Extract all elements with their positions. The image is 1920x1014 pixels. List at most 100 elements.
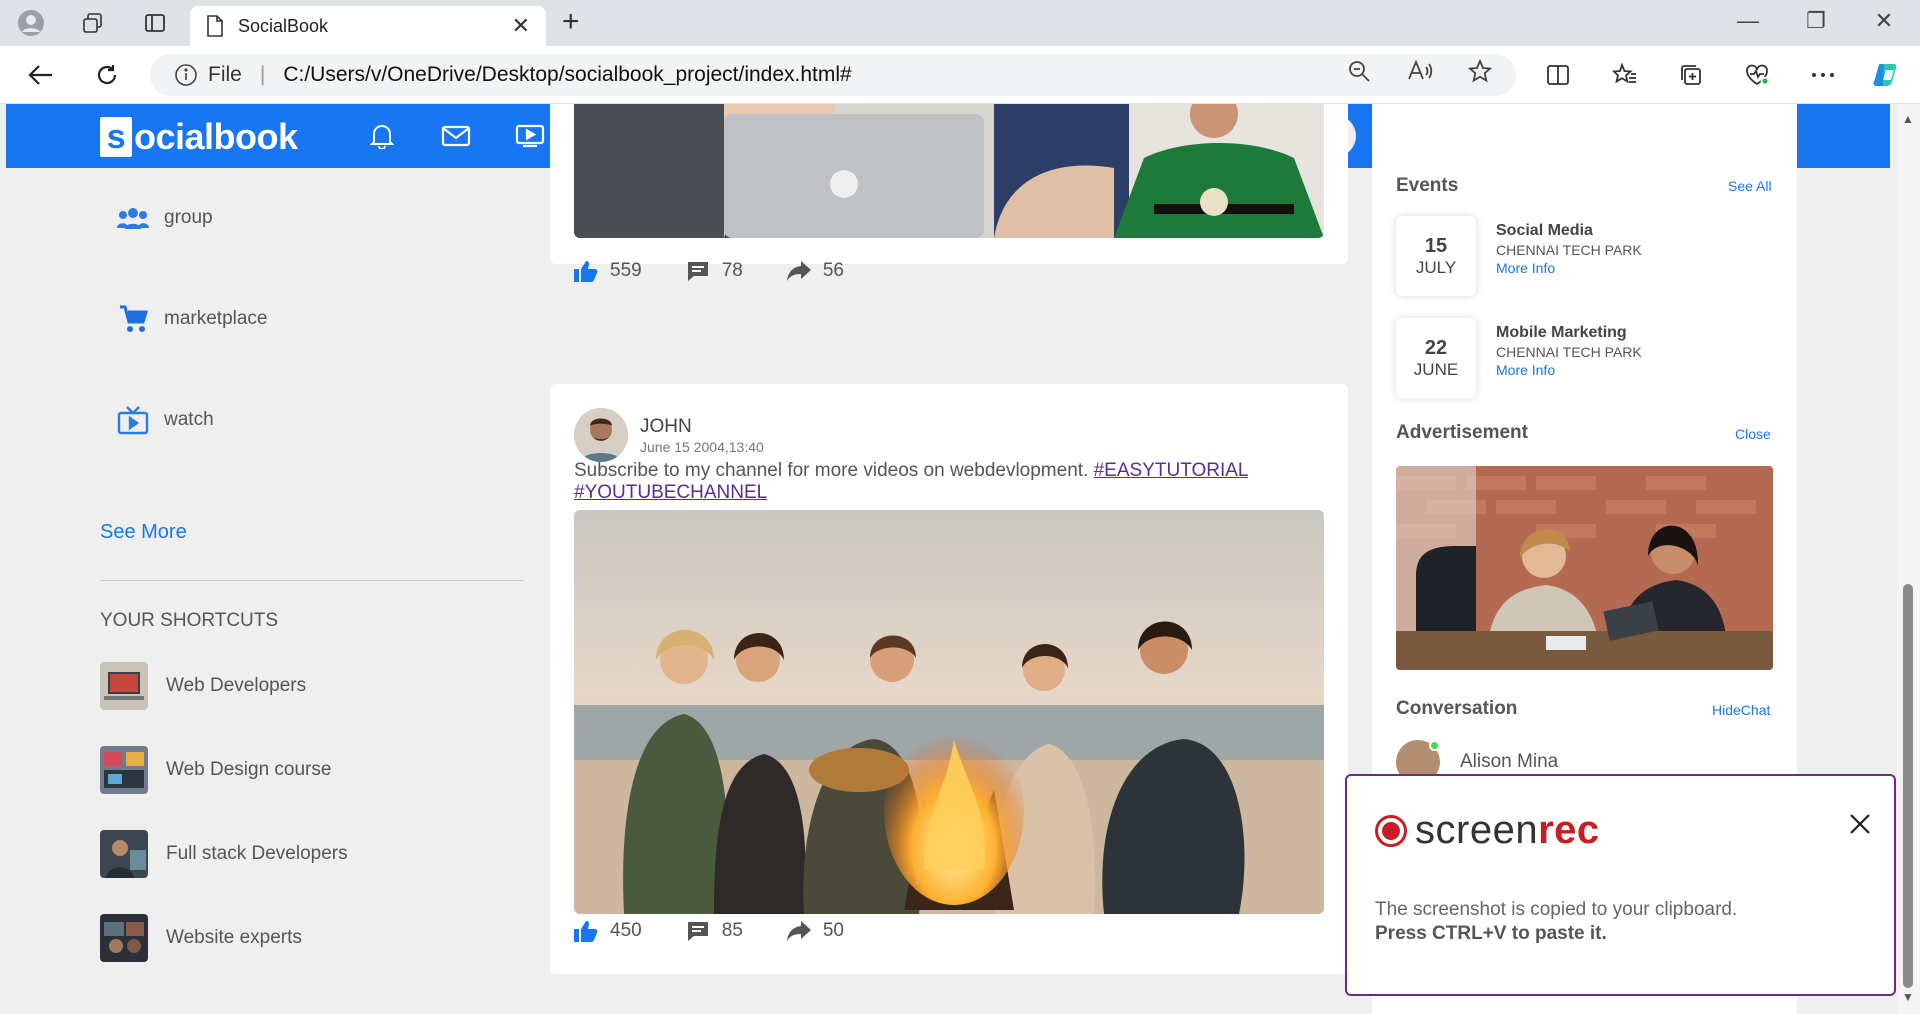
shortcut-web-design-course[interactable]: Web Design course — [100, 746, 331, 794]
scrollbar-thumb[interactable] — [1903, 584, 1913, 988]
sidebar-item-group[interactable]: group — [116, 201, 213, 235]
scroll-down-arrow[interactable]: ▼ — [1902, 990, 1914, 1004]
scroll-up-arrow[interactable]: ▲ — [1902, 112, 1914, 126]
share-button[interactable]: 56 — [786, 260, 844, 282]
shortcut-label: Full stack Developers — [166, 843, 348, 864]
browser-essentials-icon[interactable] — [1740, 58, 1774, 92]
favorites-icon[interactable] — [1608, 58, 1642, 92]
more-menu-icon[interactable] — [1806, 58, 1840, 92]
like-button[interactable]: 559 — [574, 260, 642, 282]
split-screen-icon[interactable] — [1541, 58, 1575, 92]
page-icon — [207, 15, 223, 37]
copilot-icon[interactable] — [1870, 58, 1904, 92]
sidebar-item-watch[interactable]: watch — [116, 403, 214, 437]
advertisement-image[interactable] — [1396, 466, 1773, 670]
logo-letter: s — [100, 117, 132, 157]
event-location: CHENNAI TECH PARK — [1496, 242, 1642, 258]
post-image[interactable] — [574, 104, 1324, 238]
share-button[interactable]: 50 — [786, 920, 844, 942]
page-scrollbar[interactable]: ▲ ▼ — [1897, 104, 1920, 1014]
advertisement-title: Advertisement — [1396, 422, 1528, 443]
hashtag-easytutorial[interactable]: #EASYTUTORIAL — [1094, 460, 1248, 481]
event-item[interactable]: 15 JULY Social Media CHENNAI TECH PARK M… — [1396, 216, 1642, 296]
post-author: JOHN June 15 2004,13:40 — [574, 408, 764, 462]
shortcut-web-developers[interactable]: Web Developers — [100, 662, 306, 710]
like-icon — [574, 261, 598, 282]
see-all-link[interactable]: See All — [1728, 178, 1772, 194]
back-icon[interactable] — [24, 58, 58, 92]
video-icon[interactable] — [512, 118, 548, 154]
events-title: Events — [1396, 175, 1459, 196]
info-icon[interactable] — [174, 63, 198, 87]
close-ad-link[interactable]: Close — [1735, 426, 1771, 442]
read-aloud-icon[interactable] — [1404, 55, 1436, 87]
minimize-icon[interactable]: — — [1728, 8, 1768, 34]
restore-icon[interactable]: ❐ — [1796, 8, 1836, 34]
zoom-out-icon[interactable] — [1343, 55, 1375, 87]
shortcut-full-stack-developers[interactable]: Full stack Developers — [100, 830, 348, 878]
hashtag-youtubechannel[interactable]: #YOUTUBECHANNEL — [574, 482, 767, 503]
event-date: 22 JUNE — [1396, 318, 1476, 398]
shortcut-label: Web Developers — [166, 675, 307, 696]
address-separator: | — [259, 63, 266, 86]
profile-icon[interactable] — [16, 8, 46, 38]
shortcut-thumbnail — [100, 662, 148, 710]
record-icon — [1375, 814, 1407, 847]
comment-count: 85 — [721, 920, 743, 941]
comment-icon — [687, 922, 708, 941]
post-image[interactable] — [574, 510, 1324, 914]
post-actions: 450 85 50 — [574, 920, 888, 942]
shortcut-thumbnail — [100, 830, 148, 878]
brand-text-a: screen — [1415, 808, 1539, 852]
event-title: Mobile Marketing — [1496, 324, 1627, 341]
online-status-dot — [1429, 740, 1440, 751]
like-count: 450 — [610, 920, 642, 941]
vertical-tabs-icon[interactable] — [140, 8, 170, 38]
browser-tab-bar: SocialBook ✕ + — ❐ ✕ — [0, 0, 1920, 46]
comment-count: 78 — [721, 260, 743, 281]
post-text-block: Subscribe to my channel for more videos … — [574, 460, 1334, 504]
workspaces-icon[interactable] — [78, 8, 108, 38]
favorite-star-icon[interactable] — [1464, 55, 1496, 87]
author-name[interactable]: JOHN — [640, 416, 764, 438]
inbox-mail-icon[interactable] — [438, 118, 474, 154]
event-more-info-link[interactable]: More Info — [1496, 260, 1642, 276]
close-tab-icon[interactable]: ✕ — [512, 13, 530, 39]
see-more-link[interactable]: See More — [100, 521, 187, 544]
refresh-icon[interactable] — [90, 58, 124, 92]
event-more-info-link[interactable]: More Info — [1496, 362, 1642, 378]
event-month: JULY — [1415, 257, 1457, 277]
author-avatar[interactable] — [574, 408, 628, 462]
tab-title: SocialBook — [238, 15, 329, 36]
new-tab-icon[interactable]: + — [562, 7, 580, 37]
event-day: 22 — [1424, 336, 1448, 359]
conversation-title: Conversation — [1396, 698, 1518, 719]
shopping-cart-icon — [116, 302, 150, 336]
post-actions: 559 78 56 — [574, 260, 888, 282]
event-item[interactable]: 22 JUNE Mobile Marketing CHENNAI TECH PA… — [1396, 318, 1642, 398]
hide-chat-link[interactable]: HideChat — [1712, 702, 1770, 718]
browser-toolbar: File | C:/Users/v/OneDrive/Desktop/socia… — [0, 46, 1920, 104]
collections-icon[interactable] — [1674, 58, 1708, 92]
notification-bell-icon[interactable] — [364, 118, 400, 154]
close-notification-icon[interactable] — [1848, 812, 1872, 841]
notification-line-1: The screenshot is copied to your clipboa… — [1375, 899, 1738, 920]
comment-button[interactable]: 85 — [686, 920, 743, 942]
post-date: June 15 2004,13:40 — [640, 438, 764, 455]
screenrec-logo: screen rec — [1375, 808, 1600, 853]
like-button[interactable]: 450 — [574, 920, 642, 942]
notification-message: The screenshot is copied to your clipboa… — [1375, 898, 1737, 946]
socialbook-logo[interactable]: s ocialbook — [100, 116, 298, 158]
sidebar-item-marketplace[interactable]: marketplace — [116, 302, 268, 336]
shortcut-website-experts[interactable]: Website experts — [100, 914, 302, 962]
close-window-icon[interactable]: ✕ — [1864, 8, 1904, 34]
notification-line-2: Press CTRL+V to paste it. — [1375, 923, 1607, 944]
event-title: Social Media — [1496, 222, 1593, 239]
sidebar-divider — [100, 580, 524, 581]
comment-button[interactable]: 78 — [686, 260, 743, 282]
file-label: File — [208, 63, 242, 86]
address-bar[interactable]: File | C:/Users/v/OneDrive/Desktop/socia… — [150, 54, 1516, 96]
url-text[interactable]: C:/Users/v/OneDrive/Desktop/socialbook_p… — [283, 63, 851, 87]
logo-text: ocialbook — [134, 116, 298, 157]
active-tab[interactable]: SocialBook ✕ — [190, 6, 546, 46]
